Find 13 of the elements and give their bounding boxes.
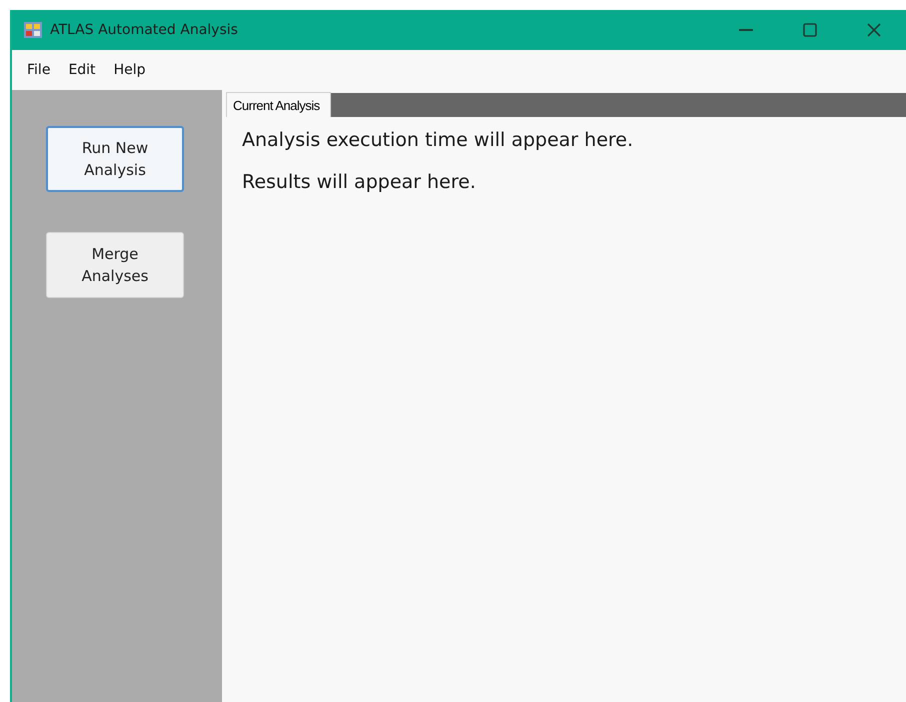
tab[interactable]: Current Analysis [226, 92, 331, 117]
app-icon [24, 22, 42, 38]
sidebar-button[interactable]: Run New Analysis [46, 126, 184, 192]
minimize-icon [739, 29, 753, 31]
close-icon [867, 23, 881, 37]
maximize-icon [803, 23, 817, 37]
menu-item[interactable]: File [18, 58, 60, 82]
sidebar-button[interactable]: Merge Analyses [46, 232, 184, 298]
menu-item[interactable]: Help [104, 58, 154, 82]
status-text: Results will appear here. [242, 171, 477, 193]
window-title: ATLAS Automated Analysis [50, 22, 239, 38]
status-text: Analysis execution time will appear here. [242, 129, 634, 151]
menu-item[interactable]: Edit [59, 58, 105, 82]
